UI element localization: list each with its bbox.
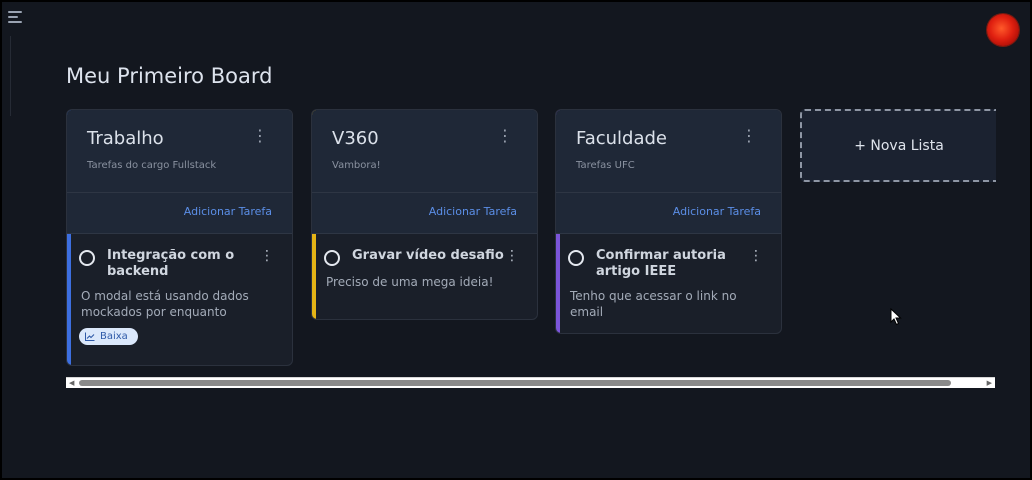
- horizontal-scrollbar[interactable]: ◀ ▶: [66, 377, 995, 388]
- list-title: Trabalho: [87, 128, 164, 149]
- scroll-left-arrow-icon[interactable]: ◀: [69, 379, 74, 387]
- priority-badge[interactable]: Baixa: [79, 328, 138, 345]
- list-options-icon[interactable]: ⋮: [741, 128, 757, 144]
- list-header: Trabalho ⋮ Tarefas do cargo Fullstack Ad…: [67, 110, 292, 234]
- scrollbar-thumb[interactable]: [79, 380, 951, 386]
- task-card[interactable]: Integração com o backend ⋮ O modal está …: [67, 234, 292, 365]
- list-options-icon[interactable]: ⋮: [497, 128, 513, 144]
- task-checkbox[interactable]: [568, 250, 584, 266]
- list-trabalho: Trabalho ⋮ Tarefas do cargo Fullstack Ad…: [66, 109, 293, 366]
- list-title: Faculdade: [576, 128, 667, 149]
- add-task-button[interactable]: Adicionar Tarefa: [429, 205, 517, 218]
- task-options-icon[interactable]: ⋮: [260, 248, 274, 264]
- list-subtitle: Tarefas do cargo Fullstack: [87, 160, 217, 171]
- priority-label: Baixa: [100, 331, 128, 342]
- scroll-right-arrow-icon[interactable]: ▶: [987, 379, 992, 387]
- task-card[interactable]: Confirmar autoria artigo IEEE ⋮ Tenho qu…: [556, 234, 781, 333]
- list-header: V360 ⋮ Vambora! Adicionar Tarefa: [312, 110, 537, 234]
- add-task-button[interactable]: Adicionar Tarefa: [184, 205, 272, 218]
- user-avatar[interactable]: [987, 14, 1019, 46]
- divider: [556, 192, 781, 193]
- task-checkbox[interactable]: [324, 250, 340, 266]
- list-title: V360: [332, 128, 379, 149]
- mouse-cursor-icon: [890, 308, 902, 326]
- task-options-icon[interactable]: ⋮: [749, 248, 763, 264]
- task-description: Tenho que acessar o link no email: [570, 289, 737, 319]
- divider: [67, 192, 292, 193]
- board-title: Meu Primeiro Board: [66, 64, 273, 88]
- task-options-icon[interactable]: ⋮: [505, 248, 519, 264]
- list-options-icon[interactable]: ⋮: [252, 128, 268, 144]
- list-subtitle: Tarefas UFC: [576, 160, 635, 171]
- task-card[interactable]: Gravar vídeo desafio ⋮ Preciso de uma me…: [312, 234, 537, 319]
- task-title: Confirmar autoria artigo IEEE: [596, 248, 726, 279]
- list-v360: V360 ⋮ Vambora! Adicionar Tarefa Gravar …: [311, 109, 538, 320]
- task-title: Gravar vídeo desafio: [352, 248, 504, 263]
- app-window: Meu Primeiro Board Trabalho ⋮ Tarefas do…: [2, 2, 1030, 478]
- trend-chart-icon: [85, 332, 95, 341]
- hamburger-menu-icon[interactable]: [8, 11, 24, 25]
- sidebar-divider: [10, 36, 11, 116]
- add-task-button[interactable]: Adicionar Tarefa: [673, 205, 761, 218]
- task-description: Preciso de uma mega ideia!: [326, 275, 494, 289]
- new-list-button[interactable]: + Nova Lista: [800, 109, 996, 182]
- task-title: Integração com o backend: [107, 248, 235, 279]
- task-checkbox[interactable]: [79, 250, 95, 266]
- task-description: O modal está usando dados mockados por e…: [81, 289, 249, 319]
- list-faculdade: Faculdade ⋮ Tarefas UFC Adicionar Tarefa…: [555, 109, 782, 334]
- divider: [312, 192, 537, 193]
- list-subtitle: Vambora!: [332, 160, 381, 171]
- list-header: Faculdade ⋮ Tarefas UFC Adicionar Tarefa: [556, 110, 781, 234]
